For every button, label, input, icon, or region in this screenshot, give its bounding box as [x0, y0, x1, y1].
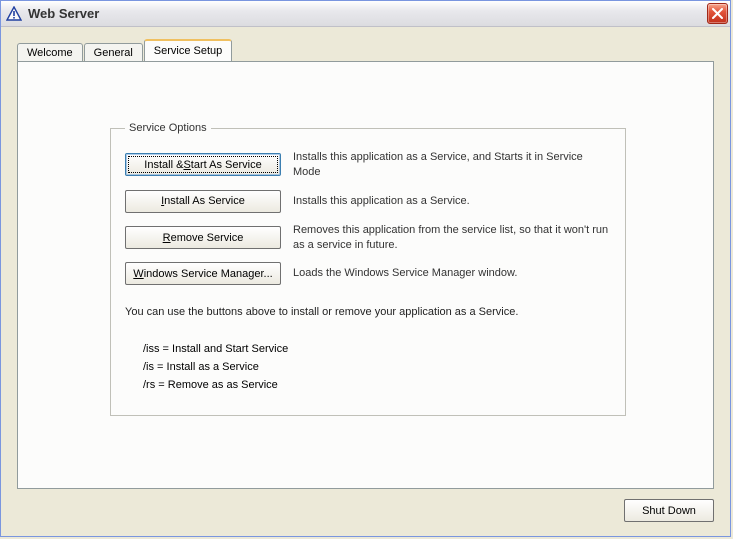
command-list: /iss = Install and Start Service /is = I…: [143, 343, 611, 391]
install-service-button[interactable]: Install As Service: [125, 190, 281, 213]
tab-general[interactable]: General: [84, 43, 143, 62]
close-icon: [712, 8, 723, 19]
cmd-rs: /rs = Remove as as Service: [143, 379, 611, 391]
cmd-iss: /iss = Install and Start Service: [143, 343, 611, 355]
service-note: You can use the buttons above to install…: [125, 305, 611, 320]
tab-welcome[interactable]: Welcome: [17, 43, 83, 62]
close-button[interactable]: [707, 3, 728, 24]
group-legend: Service Options: [125, 122, 211, 134]
row-install-start: Install & Start As Service Installs this…: [125, 150, 611, 180]
cmd-is: /is = Install as a Service: [143, 361, 611, 373]
shut-down-button[interactable]: Shut Down: [624, 499, 714, 522]
remove-service-button[interactable]: Remove Service: [125, 226, 281, 249]
tab-service-setup[interactable]: Service Setup: [144, 39, 232, 61]
install-start-desc: Installs this application as a Service, …: [293, 150, 611, 180]
app-window: Web Server Welcome General Service Setup…: [0, 0, 731, 537]
service-manager-desc: Loads the Windows Service Manager window…: [293, 266, 611, 281]
tab-strip: Welcome General Service Setup: [17, 39, 714, 61]
tab-panel-service-setup: Service Options Install & Start As Servi…: [17, 61, 714, 489]
client-area: Welcome General Service Setup Service Op…: [1, 27, 730, 536]
row-service-manager: Windows Service Manager... Loads the Win…: [125, 262, 611, 285]
titlebar: Web Server: [1, 1, 730, 27]
row-install: Install As Service Installs this applica…: [125, 190, 611, 213]
install-desc: Installs this application as a Service.: [293, 194, 611, 209]
row-remove: Remove Service Removes this application …: [125, 223, 611, 253]
footer: Shut Down: [17, 489, 714, 522]
install-start-service-button[interactable]: Install & Start As Service: [125, 153, 281, 176]
remove-desc: Removes this application from the servic…: [293, 223, 611, 253]
app-icon: [6, 6, 22, 22]
service-options-group: Service Options Install & Start As Servi…: [110, 122, 626, 416]
windows-service-manager-button[interactable]: Windows Service Manager...: [125, 262, 281, 285]
window-title: Web Server: [28, 6, 707, 21]
